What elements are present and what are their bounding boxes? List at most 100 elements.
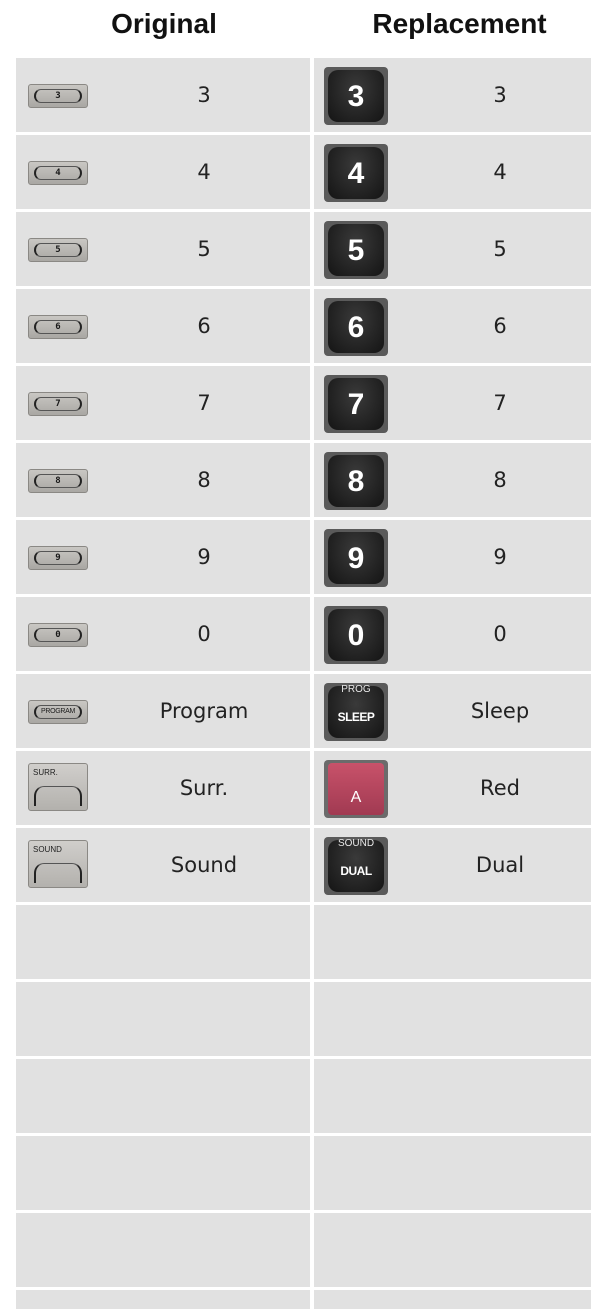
replacement-key-legend: 7 [328, 378, 384, 430]
replacement-key-image: 9 [324, 529, 388, 587]
replacement-key-image: A [324, 760, 388, 818]
replacement-key-legend: 3 [328, 70, 384, 122]
button-mapping-page: Original Replacement 3 3 3 3 4 4 4 4 5 5… [0, 0, 591, 1309]
replacement-label: 7 [493, 391, 507, 415]
original-label: Program [159, 699, 249, 723]
replacement-key-image: 8 [324, 452, 388, 510]
original-cell [16, 1290, 310, 1309]
replacement-label: 9 [493, 545, 507, 569]
table-row: 7 7 7 7 [16, 366, 591, 440]
table-row: 9 9 9 9 [16, 520, 591, 594]
replacement-label: 4 [493, 160, 507, 184]
original-key-legend: PROGRAM [34, 705, 82, 719]
original-cell [16, 905, 310, 979]
original-key-image: 6 [28, 315, 88, 339]
original-key-legend [34, 786, 82, 806]
replacement-label: Dual [475, 853, 525, 877]
original-cell: PROGRAM Program [16, 674, 310, 748]
table-row: 0 0 0 0 [16, 597, 591, 671]
original-cell: SOUND Sound [16, 828, 310, 902]
original-key-image: 7 [28, 392, 88, 416]
original-cell: 3 3 [16, 58, 310, 132]
original-key-image: 8 [28, 469, 88, 493]
replacement-key-caption: SOUND [337, 838, 375, 849]
replacement-key-image: 3 [324, 67, 388, 125]
replacement-cell [314, 1136, 591, 1210]
original-key-image: 9 [28, 546, 88, 570]
replacement-key-legend: 9 [328, 532, 384, 584]
original-key-image: 5 [28, 238, 88, 262]
replacement-cell [314, 1059, 591, 1133]
original-key-image: SURR. [28, 763, 88, 811]
table-header: Original Replacement [16, 0, 591, 52]
original-cell: 5 5 [16, 212, 310, 286]
original-column-title: Original [111, 8, 217, 39]
original-label: 3 [197, 83, 211, 107]
original-label: 5 [197, 237, 211, 261]
original-key-legend: 4 [34, 166, 82, 180]
empty-table-row [16, 1059, 591, 1133]
replacement-cell: SOUND DUAL Dual [314, 828, 591, 902]
empty-table-row [16, 1213, 591, 1287]
replacement-cell: 4 4 [314, 135, 591, 209]
original-label: 9 [197, 545, 211, 569]
replacement-key-legend: A [328, 763, 384, 815]
original-key-legend: 3 [34, 89, 82, 103]
original-cell: 6 6 [16, 289, 310, 363]
replacement-cell [314, 982, 591, 1056]
replacement-label: Sleep [470, 699, 530, 723]
replacement-cell: 0 0 [314, 597, 591, 671]
table-row: 5 5 5 5 [16, 212, 591, 286]
original-cell: SURR. Surr. [16, 751, 310, 825]
original-key-legend: 7 [34, 397, 82, 411]
original-cell [16, 1136, 310, 1210]
replacement-key-image: 4 [324, 144, 388, 202]
original-label: 8 [197, 468, 211, 492]
original-key-image: SOUND [28, 840, 88, 888]
table-row: 3 3 3 3 [16, 58, 591, 132]
replacement-key-image: 5 [324, 221, 388, 279]
original-cell: 8 8 [16, 443, 310, 517]
replacement-cell [314, 1290, 591, 1309]
original-label: Surr. [179, 776, 229, 800]
original-key-legend: 6 [34, 320, 82, 334]
original-key-legend: 8 [34, 474, 82, 488]
replacement-cell: 5 5 [314, 212, 591, 286]
empty-table-row [16, 905, 591, 979]
table-row: SOUND Sound SOUND DUAL Dual [16, 828, 591, 902]
replacement-key-image: 6 [324, 298, 388, 356]
empty-table-row [16, 982, 591, 1056]
replacement-key-image: 7 [324, 375, 388, 433]
replacement-cell [314, 1213, 591, 1287]
empty-table-row [16, 1136, 591, 1210]
original-key-caption: SURR. [33, 768, 58, 777]
table-row: PROGRAM Program PROG SLEEP Sleep [16, 674, 591, 748]
original-cell: 4 4 [16, 135, 310, 209]
table-row: SURR. Surr. A Red [16, 751, 591, 825]
original-key-image: PROGRAM [28, 700, 88, 724]
replacement-label: 5 [493, 237, 507, 261]
replacement-cell: A Red [314, 751, 591, 825]
original-key-caption: SOUND [33, 845, 62, 854]
replacement-cell: 9 9 [314, 520, 591, 594]
table-row: 8 8 8 8 [16, 443, 591, 517]
original-cell: 7 7 [16, 366, 310, 440]
replacement-column-title: Replacement [372, 8, 547, 39]
original-cell [16, 1213, 310, 1287]
original-key-legend: 9 [34, 551, 82, 565]
replacement-key-legend: 4 [328, 147, 384, 199]
replacement-label: Red [480, 776, 520, 800]
replacement-cell: 8 8 [314, 443, 591, 517]
original-label: 6 [197, 314, 211, 338]
original-cell: 9 9 [16, 520, 310, 594]
replacement-key-image: PROG SLEEP [324, 683, 388, 741]
empty-table-row [16, 1290, 591, 1309]
replacement-key-caption: PROG [341, 684, 371, 695]
replacement-cell: 7 7 [314, 366, 591, 440]
original-label: Sound [170, 853, 238, 877]
replacement-key-image: SOUND DUAL [324, 837, 388, 895]
replacement-label: 8 [493, 468, 507, 492]
table-row: 6 6 6 6 [16, 289, 591, 363]
original-key-legend [34, 863, 82, 883]
original-label: 4 [197, 160, 211, 184]
